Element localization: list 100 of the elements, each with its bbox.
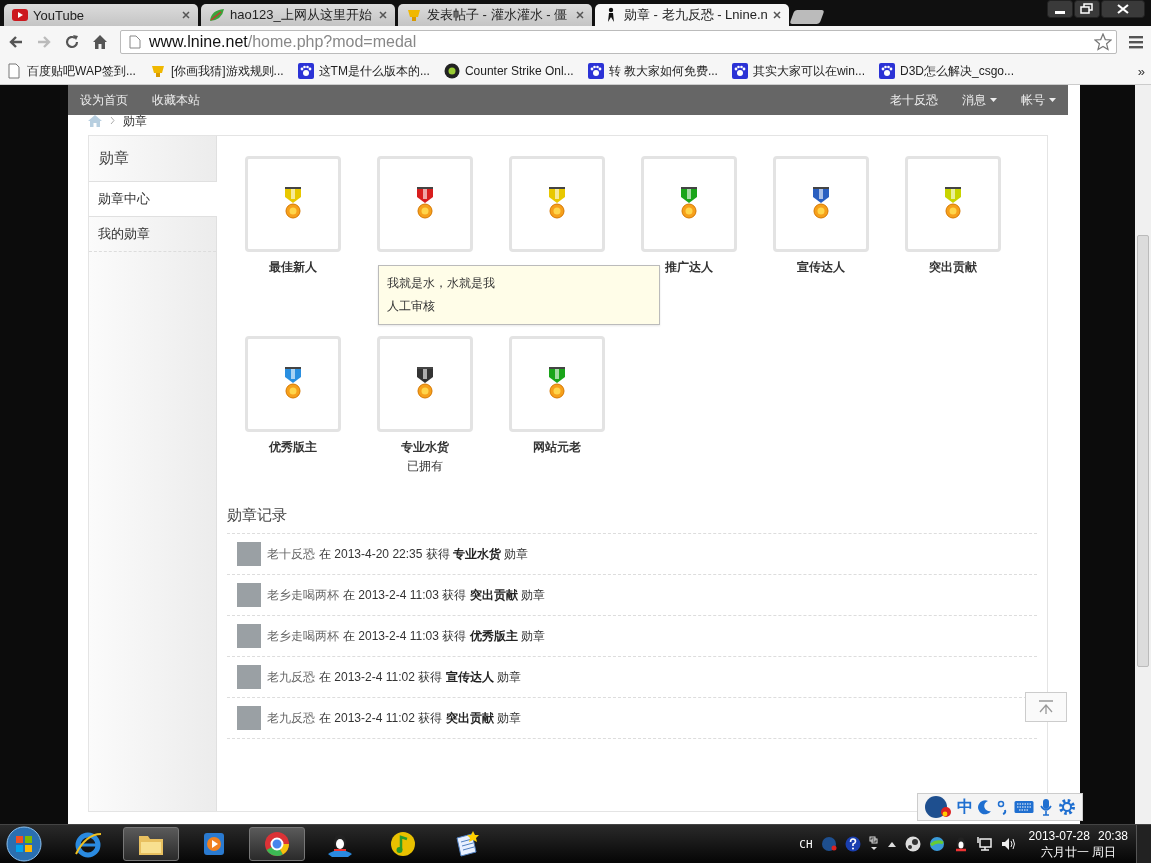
medal-icon [811,187,831,221]
bookmark-link[interactable]: [你画我猜]游戏规则... [149,62,284,80]
browser-tab[interactable]: 勋章 - 老九反恐 - Lnine.n [595,4,789,26]
punctuation-icon[interactable] [997,799,1009,815]
paw-icon [878,63,895,79]
disc-icon [443,63,460,79]
clock[interactable]: 2013-07-28 20:38 六月廿一 周日 [1028,828,1128,860]
medal-icon [547,187,567,221]
medal-card[interactable] [509,336,605,432]
start-button-icon[interactable] [4,826,44,862]
taskbar-button[interactable] [249,827,305,861]
medal-name: 网站元老 [532,439,582,455]
medal-card[interactable] [377,336,473,432]
user-link[interactable]: 老九反恐 [267,668,315,686]
clock-date: 2013-07-28 [1028,828,1090,844]
keyboard-icon[interactable] [1014,800,1034,814]
medal-name: 推广达人 [664,259,714,275]
bookmark-link[interactable]: 这TM是什么版本的... [297,62,430,80]
taskbar-button[interactable] [123,827,179,861]
browser-tab[interactable]: 发表帖子 - 灌水灌水 - 僵 [398,4,592,26]
cup-icon [149,63,166,79]
medal-card[interactable] [377,156,473,252]
ime-logo-icon[interactable] [924,795,952,819]
language-indicator[interactable]: CH [799,837,813,851]
url-text: www.lnine.net/home.php?mod=medal [149,33,418,51]
chrome-icon [263,830,291,858]
page-icon [6,63,22,79]
medal-card[interactable] [245,336,341,432]
browser-tab[interactable]: hao123_上网从这里开始 [201,4,395,26]
medal-icon [943,187,963,221]
music-note-icon [389,830,417,858]
microphone-icon[interactable] [1039,798,1053,816]
tooltip-text: 我就是水，水就是我 [387,275,496,292]
leaf-icon [209,7,225,23]
medal-name: 宣传达人 [796,259,846,275]
back-icon[interactable] [8,34,24,50]
globe-icon[interactable] [928,836,945,852]
nav-link[interactable]: 消息 [962,91,997,109]
ime-options-icon[interactable] [868,836,879,852]
star-icon[interactable] [1094,33,1112,51]
clock-time: 20:38 [1097,828,1128,844]
minimize-icon[interactable] [1047,0,1073,18]
user-link[interactable]: 老九反恐 [267,709,315,727]
bookmark-link[interactable]: 其实大家可以在win... [731,62,865,80]
play-icon [12,7,28,23]
bookmark-link[interactable]: D3D怎么解决_csgo... [878,62,1014,80]
medal-card[interactable] [773,156,869,252]
caret-icon [1049,98,1056,102]
nav-link[interactable]: 老十反恐 [890,91,938,109]
address-bar[interactable]: www.lnine.net/home.php?mod=medal [120,30,1117,54]
clock-lunar-date: 六月廿一 周日 [1040,844,1116,860]
nav-link[interactable]: 帐号 [1021,91,1056,109]
record-text: 在 2013-4-20 22:35 获得 专业水货 勋章 [319,545,529,563]
scrollbar-thumb[interactable] [1137,235,1149,667]
show-hidden-icons-icon[interactable] [886,840,897,848]
medal-icon [283,187,303,221]
record-text: 在 2013-2-4 11:02 获得 突出贡献 勋章 [319,709,521,727]
new-tab-button[interactable] [789,10,825,24]
bookmark-link[interactable]: 转 教大家如何免费... [587,62,718,80]
sidebar-item[interactable]: 勋章中心 [89,182,217,217]
medal-name: 优秀版主 [267,439,318,455]
more-bookmarks-button[interactable]: » [1137,63,1145,79]
section-title: 勋章记录 [227,506,1037,534]
close-icon[interactable] [773,11,781,19]
volume-icon[interactable] [1000,836,1017,852]
nav-link[interactable]: 收藏本站 [152,91,200,109]
help-icon[interactable] [844,836,861,852]
reload-icon[interactable] [64,34,80,50]
owned-label: 已拥有 [406,458,444,475]
user-link[interactable]: 老十反恐 [267,545,315,563]
caret-icon [990,98,997,102]
breadcrumb-link[interactable]: 勋章 [123,112,147,130]
paw-icon [587,63,604,79]
user-link[interactable]: 老乡走喝两杯 [267,627,339,645]
restore-icon[interactable] [1074,0,1100,18]
medal-icon [679,187,699,221]
menu-icon[interactable] [1129,35,1143,49]
nav-link[interactable]: 设为首页 [80,91,128,109]
browser-tab[interactable]: YouTube [4,4,198,26]
page-icon [129,35,141,49]
ime-logo-icon[interactable] [820,836,837,852]
cup-icon [406,7,422,23]
home-icon[interactable] [92,34,108,50]
record-text: 在 2013-2-4 11:02 获得 宣传达人 勋章 [319,668,521,686]
scrollbar[interactable] [1135,85,1151,824]
medal-name: 突出贡献 [928,259,978,275]
bookmark-link[interactable]: Counter Strike Onl... [443,63,574,79]
sidebar-item[interactable]: 我的勋章 [89,217,216,252]
tooltip-text: 人工审核 [387,298,436,315]
record-text: 在 2013-2-4 11:03 获得 突出贡献 勋章 [343,586,545,604]
close-icon[interactable] [1101,0,1145,18]
medal-name: 专业水货 [400,439,450,455]
moon-icon[interactable] [978,799,992,815]
input-mode-toggle[interactable]: 中 [957,796,973,818]
medal-card[interactable] [641,156,737,252]
bookmark-link[interactable]: 百度贴吧WAP签到... [6,62,136,80]
settings-icon[interactable] [1058,798,1076,816]
medal-name: 最佳新人 [268,259,318,275]
user-link[interactable]: 老乡走喝两杯 [267,586,339,604]
network-icon[interactable] [976,836,993,852]
